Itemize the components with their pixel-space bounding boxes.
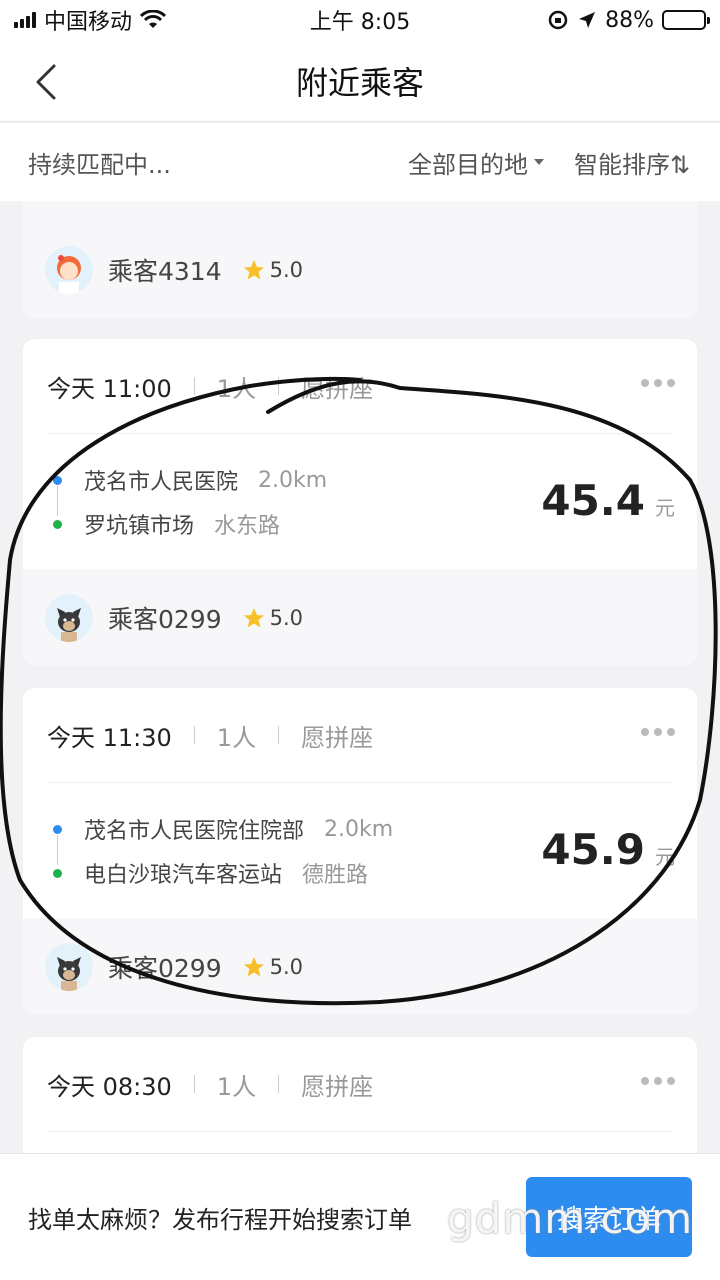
trip-header: 今天 11:30 1人 愿拼座 — [23, 688, 697, 782]
more-icon[interactable] — [641, 379, 675, 387]
origin-dot-icon — [53, 824, 62, 834]
star-icon — [243, 956, 264, 976]
trip-people: 1人 — [216, 723, 257, 752]
origin-distance: 2.0km — [324, 816, 394, 842]
divider — [193, 377, 195, 395]
divider — [47, 1131, 673, 1132]
watermark: gdmm.com — [447, 1194, 694, 1243]
passenger-name: 乘客0299 — [108, 953, 222, 983]
destination-filter[interactable]: 全部目的地 — [408, 145, 544, 180]
location-arrow-icon — [579, 12, 596, 28]
price-amount: 45.9 — [541, 825, 645, 874]
status-bar: 中国移动 上午 8:05 88% — [0, 0, 720, 40]
divider — [193, 1075, 195, 1093]
lock-rotation-icon — [548, 10, 568, 30]
destination-name: 罗坑镇市场 — [84, 514, 195, 539]
divider — [193, 726, 195, 744]
divider — [278, 377, 280, 395]
passenger-name: 乘客0299 — [108, 604, 222, 634]
trip-price: 45.9 元 — [541, 825, 675, 874]
origin-stop: 茂名市人民医院 2.0km — [53, 464, 327, 496]
origin-stop: 茂名市人民医院住院部 2.0km — [53, 813, 393, 845]
trip-card[interactable]: 今天 08:30 1人 愿拼座 — [23, 1037, 697, 1153]
matching-status: 持续匹配中... — [28, 150, 171, 179]
more-icon[interactable] — [641, 1077, 675, 1085]
wifi-icon — [140, 10, 167, 28]
trip-price: 45.4 元 — [541, 476, 675, 525]
passenger-rating: 5.0 — [269, 954, 304, 979]
filter-bar: 持续匹配中... 全部目的地 智能排序⇅ — [0, 123, 720, 201]
trip-time: 今天 11:30 — [47, 723, 172, 752]
chevron-left-icon[interactable] — [28, 62, 68, 102]
destination-filter-label: 全部目的地 — [408, 150, 528, 179]
trip-seat: 愿拼座 — [301, 374, 374, 403]
passenger-list: 乘客4314 5.0 今天 11:00 1人 愿拼座 茂名市人民医院 2.0km — [0, 201, 720, 1153]
trip-route: 茂名市人民医院住院部 2.0km 电白沙琅汽车客运站 德胜路 45.9 元 — [23, 783, 697, 918]
price-amount: 45.4 — [541, 476, 645, 525]
trip-people: 1人 — [216, 1072, 257, 1101]
passenger-row: 乘客4314 5.0 — [23, 221, 697, 318]
trip-seat: 愿拼座 — [301, 723, 374, 752]
battery-percent: 88% — [605, 7, 654, 33]
passenger-card[interactable]: 乘客4314 5.0 — [23, 201, 697, 318]
passenger-row: 乘客0299 5.0 — [23, 918, 697, 1015]
sort-filter[interactable]: 智能排序⇅ — [574, 145, 692, 180]
trip-time: 今天 08:30 — [47, 1072, 172, 1101]
status-time: 上午 8:05 — [309, 10, 411, 35]
nav-bar: 附近乘客 — [0, 40, 720, 122]
destination-name: 电白沙琅汽车客运站 — [84, 863, 283, 888]
destination-dot-icon — [53, 868, 62, 878]
origin-name: 茂名市人民医院 — [84, 470, 239, 495]
passenger-row: 乘客0299 5.0 — [23, 569, 697, 666]
dog-avatar — [45, 593, 93, 642]
more-icon[interactable] — [641, 728, 675, 736]
passenger-rating: 5.0 — [269, 257, 304, 282]
star-icon — [243, 607, 264, 627]
caret-down-icon — [534, 159, 544, 165]
dog-avatar — [45, 942, 93, 991]
signal-icon — [14, 12, 36, 28]
destination-dot-icon — [53, 519, 62, 529]
origin-distance: 2.0km — [258, 467, 328, 493]
trip-time: 今天 11:00 — [47, 374, 172, 403]
star-icon — [243, 259, 264, 279]
destination-road: 水东路 — [214, 514, 281, 539]
destination-stop: 电白沙琅汽车客运站 德胜路 — [53, 857, 368, 889]
girl-avatar — [45, 245, 93, 294]
carrier-label: 中国移动 — [44, 10, 133, 35]
passenger-rating: 5.0 — [269, 605, 304, 630]
trip-people: 1人 — [216, 374, 257, 403]
price-unit: 元 — [655, 496, 675, 520]
passenger-name: 乘客4314 — [108, 256, 222, 286]
destination-road: 德胜路 — [302, 863, 369, 888]
divider — [278, 1075, 280, 1093]
divider — [278, 726, 280, 744]
trip-card[interactable]: 今天 11:00 1人 愿拼座 茂名市人民医院 2.0km 罗坑镇市场 水东路 … — [23, 339, 697, 666]
trip-header: 今天 11:00 1人 愿拼座 — [23, 339, 697, 433]
trip-route: 茂名市人民医院 2.0km 罗坑镇市场 水东路 45.4 元 — [23, 434, 697, 569]
trip-seat: 愿拼座 — [301, 1072, 374, 1101]
page-title: 附近乘客 — [295, 63, 424, 102]
battery-icon — [662, 10, 710, 30]
origin-dot-icon — [53, 475, 62, 485]
trip-card[interactable]: 今天 11:30 1人 愿拼座 茂名市人民医院住院部 2.0km 电白沙琅汽车客… — [23, 688, 697, 1015]
destination-stop: 罗坑镇市场 水东路 — [53, 508, 280, 540]
trip-header: 今天 08:30 1人 愿拼座 — [23, 1037, 697, 1131]
origin-name: 茂名市人民医院住院部 — [84, 819, 305, 844]
price-unit: 元 — [655, 845, 675, 869]
